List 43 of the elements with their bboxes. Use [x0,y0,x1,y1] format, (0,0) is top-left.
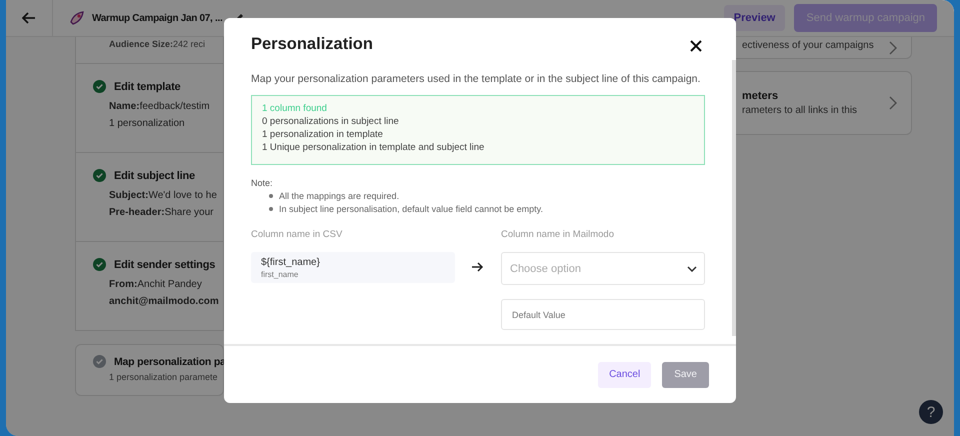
option-description: ectiveness of your campaigns [742,40,875,51]
close-icon[interactable] [690,40,702,52]
column-heading: Column name in Mailmodo [501,229,615,240]
arrow-right-icon [472,262,484,272]
note-label: Note: [251,178,274,188]
chevron-right-icon [889,96,897,110]
chevron-right-icon [889,40,897,54]
step-detail: 1 personalization [109,118,185,129]
back-arrow-icon[interactable] [22,12,36,24]
step-title: Edit sender settings [114,258,216,270]
note-item: All the mappings are required. [279,191,400,201]
default-value-field[interactable]: Default Value [501,299,705,330]
column-name: first_name [261,270,300,279]
column-heading: Column name in CSV [251,229,344,240]
column-select[interactable]: Choose option [501,252,705,285]
option-description: rameters to all links in this [742,105,858,116]
bullet-icon [269,207,273,211]
summary-line: 0 personalizations in subject line [262,116,400,127]
dialog-title: Personalization [251,34,373,54]
step-detail: anchit@mailmodo.com [109,296,219,307]
step-detail: From:Anchit Pandey [109,279,202,290]
step-detail: 1 personalization paramete [109,372,218,382]
step-detail: Pre-header:Share your [109,207,214,218]
step-detail: Audience Size:242 reci [109,39,206,49]
chevron-down-icon [687,266,697,272]
step-detail: Name:feedback/testim [109,101,210,112]
summary-line: 1 personalization in template [262,129,384,140]
campaign-title: Warmup Campaign Jan 07, ... [92,12,222,24]
step-detail: Subject:We'd love to he [109,190,217,201]
option-title: meters [742,90,780,102]
cancel-button[interactable]: Cancel [598,362,652,388]
step-title: Edit template [114,80,180,92]
variable-name: ${first_name} [261,257,321,268]
option-card[interactable]: ectiveness of your campaigns [736,37,912,59]
step-title: Edit subject line [114,170,195,182]
bullet-icon [269,194,273,198]
option-card[interactable]: meters rameters to all links in this [736,71,912,135]
help-button[interactable]: ? [919,400,943,424]
summary-headline: 1 column found [262,103,328,114]
dialog-description: Map your personalization parameters used in the template or in the subject line of this campaign. [251,73,702,85]
preview-button[interactable]: Preview [724,5,786,31]
note-item: In subject line personalisation, default value field cannot be empty. [279,204,543,214]
summary-line: 1 Unique personalization in template and subject line [262,142,486,153]
